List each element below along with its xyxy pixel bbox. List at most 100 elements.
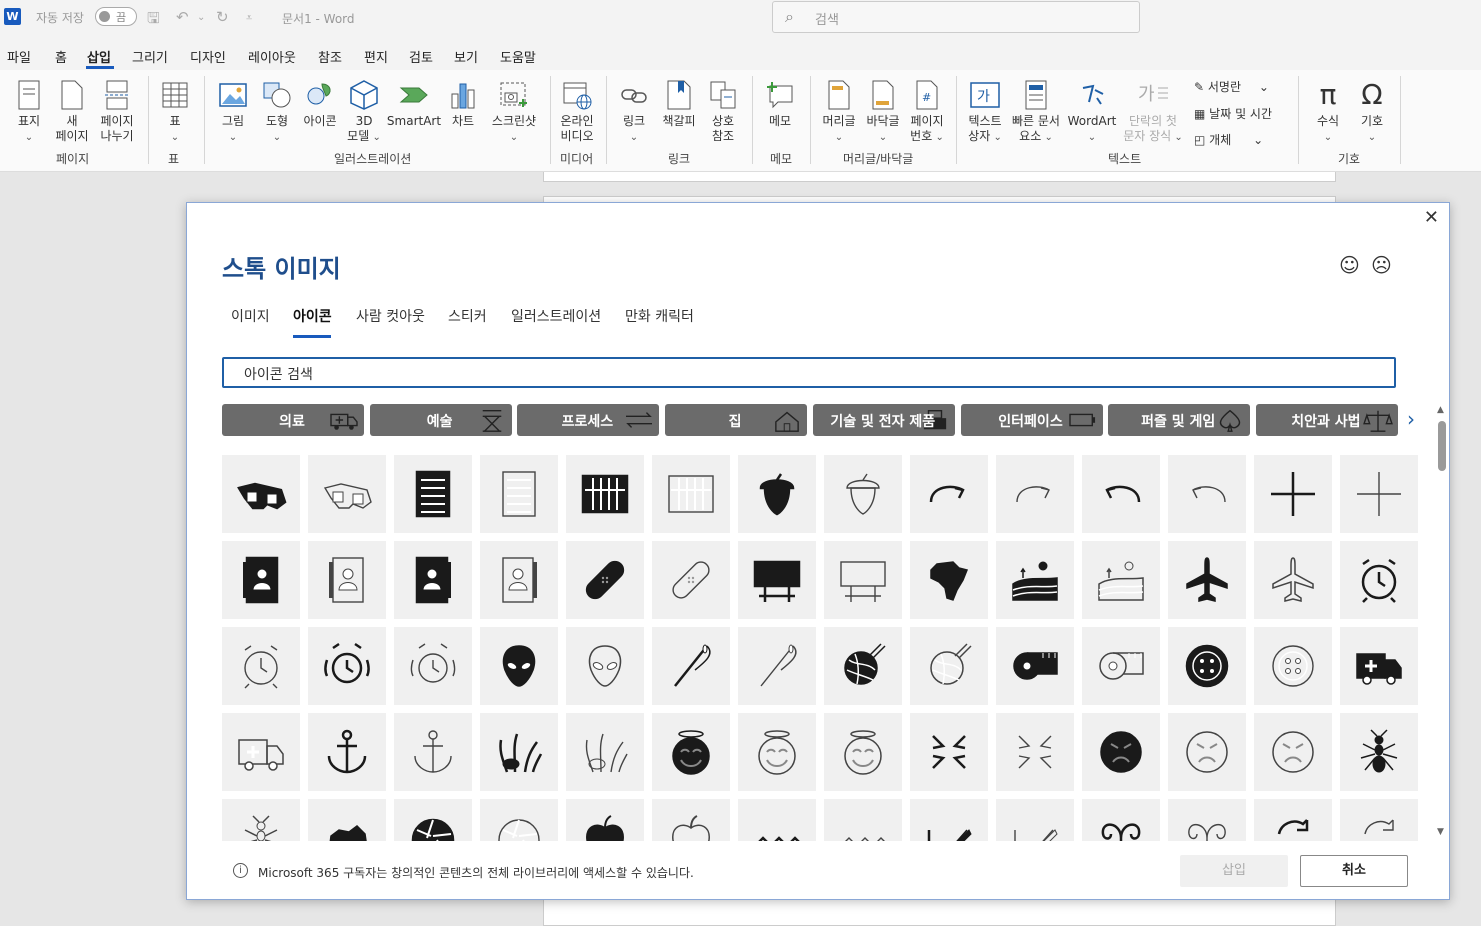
drop-cap-button[interactable]: 가 단락의 첫 문자 장식 ⌄ xyxy=(1118,78,1188,145)
icon-tile[interactable] xyxy=(738,713,816,791)
tab-cutout-people[interactable]: 사람 컷아웃 xyxy=(356,306,425,326)
category-directors-chair[interactable]: 예술 xyxy=(369,404,512,436)
link-button[interactable]: 링크 ⌄ xyxy=(616,78,652,145)
icon-tile[interactable] xyxy=(910,541,988,619)
icon-tile[interactable] xyxy=(824,455,902,533)
tab-icons[interactable]: 아이콘 xyxy=(293,306,332,326)
signature-line-button[interactable]: ✎ 서명란 ⌄ xyxy=(1194,78,1269,95)
footer-button[interactable]: 바닥글 ⌄ xyxy=(862,78,904,145)
icon-tile[interactable] xyxy=(394,627,472,705)
icon-tile[interactable] xyxy=(1254,713,1332,791)
bookmark-button[interactable]: 책갈피 xyxy=(658,78,700,129)
icon-tile[interactable] xyxy=(566,713,644,791)
icon-tile[interactable] xyxy=(566,627,644,705)
icon-tile[interactable] xyxy=(480,799,558,841)
icon-tile[interactable] xyxy=(222,713,300,791)
icon-tile[interactable] xyxy=(1254,627,1332,705)
icon-tile[interactable] xyxy=(738,541,816,619)
quick-parts-button[interactable]: 빠른 문서 요소 ⌄ xyxy=(1008,78,1064,145)
menu-references[interactable]: 참조 xyxy=(318,47,342,66)
icon-tile[interactable] xyxy=(652,799,730,841)
category-arrows[interactable]: 프로세스 xyxy=(517,404,660,436)
icon-tile[interactable] xyxy=(910,627,988,705)
icon-tile[interactable] xyxy=(394,455,472,533)
icon-tile[interactable] xyxy=(1254,799,1332,841)
icon-tile[interactable] xyxy=(1168,713,1246,791)
icon-tile[interactable] xyxy=(1082,541,1160,619)
icon-tile[interactable] xyxy=(480,713,558,791)
icon-tile[interactable] xyxy=(1340,799,1418,841)
icon-tile[interactable] xyxy=(1340,627,1418,705)
icon-tile[interactable] xyxy=(566,455,644,533)
icon-tile[interactable] xyxy=(308,713,386,791)
cross-reference-button[interactable]: 상호 참조 xyxy=(704,78,742,144)
icon-tile[interactable] xyxy=(1340,541,1418,619)
menu-draw[interactable]: 그리기 xyxy=(132,47,168,66)
icon-tile[interactable] xyxy=(308,799,386,841)
icon-tile[interactable] xyxy=(996,455,1074,533)
icon-tile[interactable] xyxy=(652,455,730,533)
icon-tile[interactable] xyxy=(824,541,902,619)
icon-tile[interactable] xyxy=(652,713,730,791)
menu-review[interactable]: 검토 xyxy=(409,47,433,66)
category-ambulance[interactable]: 의료 xyxy=(222,404,364,436)
autosave-toggle[interactable]: 끔 xyxy=(95,7,137,26)
icon-tile[interactable] xyxy=(222,799,300,841)
screenshot-button[interactable]: 스크린샷 ⌄ xyxy=(488,78,540,145)
icon-tile[interactable] xyxy=(824,627,902,705)
comment-button[interactable]: 메모 xyxy=(760,78,800,129)
icon-tile[interactable] xyxy=(222,627,300,705)
icon-tile[interactable] xyxy=(394,799,472,841)
symbol-button[interactable]: Ω 기호 ⌄ xyxy=(1352,78,1392,145)
icon-tile[interactable] xyxy=(566,799,644,841)
cover-page-button[interactable]: 표지 ⌄ xyxy=(10,78,48,145)
equation-button[interactable]: π 수식 ⌄ xyxy=(1308,78,1348,145)
page-number-button[interactable]: # 페이지 번호 ⌄ xyxy=(904,78,950,145)
icon-tile[interactable] xyxy=(738,455,816,533)
icon-tile[interactable] xyxy=(996,541,1074,619)
icons-button[interactable]: 아이콘 xyxy=(300,78,340,129)
icon-tile[interactable] xyxy=(910,799,988,841)
menu-layout[interactable]: 레이아웃 xyxy=(248,47,296,66)
save-icon[interactable]: 🖫 xyxy=(147,8,160,33)
icon-tile[interactable] xyxy=(1340,713,1418,791)
icon-tile[interactable] xyxy=(652,541,730,619)
shapes-button[interactable]: 도형 ⌄ xyxy=(258,78,296,145)
icon-tile[interactable] xyxy=(222,455,300,533)
tab-cartoon-characters[interactable]: 만화 캐릭터 xyxy=(625,306,694,326)
page-break-button[interactable]: 페이지 나누기 xyxy=(96,78,138,144)
icon-tile[interactable] xyxy=(480,627,558,705)
redo-icon[interactable]: ↻ xyxy=(216,8,229,26)
category-scales[interactable]: 치안과 사법 xyxy=(1255,404,1398,436)
table-button[interactable]: 표 ⌄ xyxy=(158,78,192,145)
menu-design[interactable]: 디자인 xyxy=(190,47,226,66)
icon-tile[interactable] xyxy=(1168,541,1246,619)
icon-tile[interactable] xyxy=(566,541,644,619)
category-typewriter[interactable]: 기술 및 전자 제품 xyxy=(812,404,955,436)
icon-tile[interactable] xyxy=(1082,627,1160,705)
icon-tile[interactable] xyxy=(1082,799,1160,841)
icon-tile[interactable] xyxy=(910,713,988,791)
icon-tile[interactable] xyxy=(1254,541,1332,619)
header-button[interactable]: 머리글 ⌄ xyxy=(818,78,860,145)
icon-search-input[interactable]: 아이콘 검색 xyxy=(222,357,1396,388)
smile-feedback-icon[interactable]: ☺ xyxy=(1339,253,1360,277)
category-house[interactable]: 집 xyxy=(665,404,808,436)
icon-tile[interactable] xyxy=(1340,455,1418,533)
title-search-box[interactable]: ⌕ 검색 xyxy=(772,1,1140,33)
icon-tile[interactable] xyxy=(222,541,300,619)
menu-mailings[interactable]: 편지 xyxy=(364,47,388,66)
icon-tile[interactable] xyxy=(480,455,558,533)
icon-tile[interactable] xyxy=(394,541,472,619)
frown-feedback-icon[interactable]: ☹ xyxy=(1371,253,1392,277)
date-time-button[interactable]: ▦ 날짜 및 시간 xyxy=(1194,105,1272,122)
icon-tile[interactable] xyxy=(1168,627,1246,705)
category-battery[interactable]: 인터페이스 xyxy=(960,404,1103,436)
new-page-button[interactable]: 새 페이지 xyxy=(52,78,92,144)
icon-tile[interactable] xyxy=(394,713,472,791)
object-button[interactable]: ◰ 개체 ⌄ xyxy=(1194,131,1263,148)
text-box-button[interactable]: 가 텍스트 상자 ⌄ xyxy=(962,78,1008,145)
icon-tile[interactable] xyxy=(1168,455,1246,533)
undo-dropdown-icon[interactable]: ⌄ xyxy=(197,12,205,23)
menu-insert[interactable]: 삽입 xyxy=(87,47,111,66)
